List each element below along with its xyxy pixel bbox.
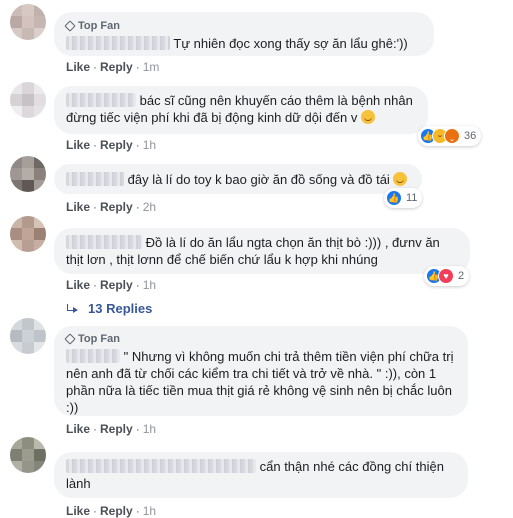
comment-text: " Nhưng vì không muốn chi trả thêm tiền … [66, 349, 454, 415]
like-icon: 👍 [386, 190, 402, 206]
commenter-name[interactable] [66, 172, 124, 186]
comment-actions: Like · Reply · 1h [66, 278, 157, 292]
reply-link[interactable]: Reply [100, 138, 133, 152]
timestamp[interactable]: 1h [143, 504, 156, 518]
reply-arrow-icon [66, 303, 78, 314]
like-link[interactable]: Like [66, 422, 90, 436]
commenter-name[interactable] [66, 459, 256, 473]
commenter-name[interactable] [66, 349, 120, 363]
diamond-icon [64, 333, 76, 345]
commenter-name[interactable] [66, 36, 170, 50]
comment-bubble: bác sĩ cũng nên khuyến cáo thêm là bệnh … [54, 86, 428, 134]
comment-bubble: cẩn thận nhé các đồng chí thiện lành [54, 452, 468, 498]
reply-link[interactable]: Reply [100, 60, 133, 74]
timestamp[interactable]: 2h [143, 200, 156, 214]
commenter-name[interactable] [66, 235, 142, 249]
timestamp[interactable]: 1h [143, 138, 156, 152]
comment-actions: Like · Reply · 2h [66, 200, 157, 214]
avatar[interactable] [10, 4, 46, 40]
comment-bubble: Top Fan Tự nhiên đọc xong thấy sợ ăn lẩu… [54, 12, 434, 56]
comment-actions: Like · Reply · 1h [66, 138, 157, 152]
reply-link[interactable]: Reply [100, 200, 133, 214]
avatar[interactable] [10, 82, 46, 118]
avatar[interactable] [10, 216, 46, 252]
reply-link[interactable]: Reply [100, 422, 133, 436]
timestamp[interactable]: 1h [143, 278, 156, 292]
avatar[interactable] [10, 318, 46, 354]
comment-actions: Like · Reply · 1h [66, 422, 157, 436]
comment-actions: Like · Reply · 1m [66, 60, 160, 74]
like-link[interactable]: Like [66, 278, 90, 292]
comment-bubble: Top Fan " Nhưng vì không muốn chi trả th… [54, 326, 468, 416]
diamond-icon [64, 20, 76, 32]
reaction-count: 11 [406, 192, 418, 204]
smile-emoji-icon [393, 172, 408, 186]
like-link[interactable]: Like [66, 138, 90, 152]
timestamp[interactable]: 1h [143, 422, 156, 436]
reaction-count: 2 [458, 270, 465, 282]
like-link[interactable]: Like [66, 60, 90, 74]
love-icon: ♥ [438, 268, 454, 284]
avatar[interactable] [10, 156, 46, 192]
like-link[interactable]: Like [66, 504, 90, 518]
view-replies-link[interactable]: 13 Replies [66, 301, 152, 316]
reply-link[interactable]: Reply [100, 504, 133, 518]
reaction-summary[interactable]: 👍 ᵕ ˬ 36 [418, 126, 482, 146]
reaction-summary[interactable]: 👍 ♥ 2 [424, 266, 470, 286]
angry-icon: ˬ [444, 128, 460, 144]
top-fan-badge: Top Fan [64, 332, 456, 346]
comment-text: Tự nhiên đọc xong thấy sợ ăn lẩu ghê:')) [173, 36, 408, 51]
smile-emoji-icon [360, 110, 375, 124]
timestamp[interactable]: 1m [143, 60, 160, 74]
comment-bubble: Đồ là lí do ăn lẩu ngta chọn ăn thịt bò … [54, 228, 470, 274]
reply-link[interactable]: Reply [100, 278, 133, 292]
comment-text: đây là lí do toy k bao giờ ăn đồ sống và… [127, 172, 390, 187]
commenter-name[interactable] [66, 93, 136, 107]
comment-bubble: đây là lí do toy k bao giờ ăn đồ sống và… [54, 164, 422, 194]
comment-actions: Like · Reply · 1h [66, 504, 157, 518]
avatar[interactable] [10, 437, 46, 473]
top-fan-badge: Top Fan [64, 19, 422, 33]
like-link[interactable]: Like [66, 200, 90, 214]
reaction-summary[interactable]: 👍 11 [384, 188, 423, 208]
reaction-count: 36 [464, 130, 477, 142]
